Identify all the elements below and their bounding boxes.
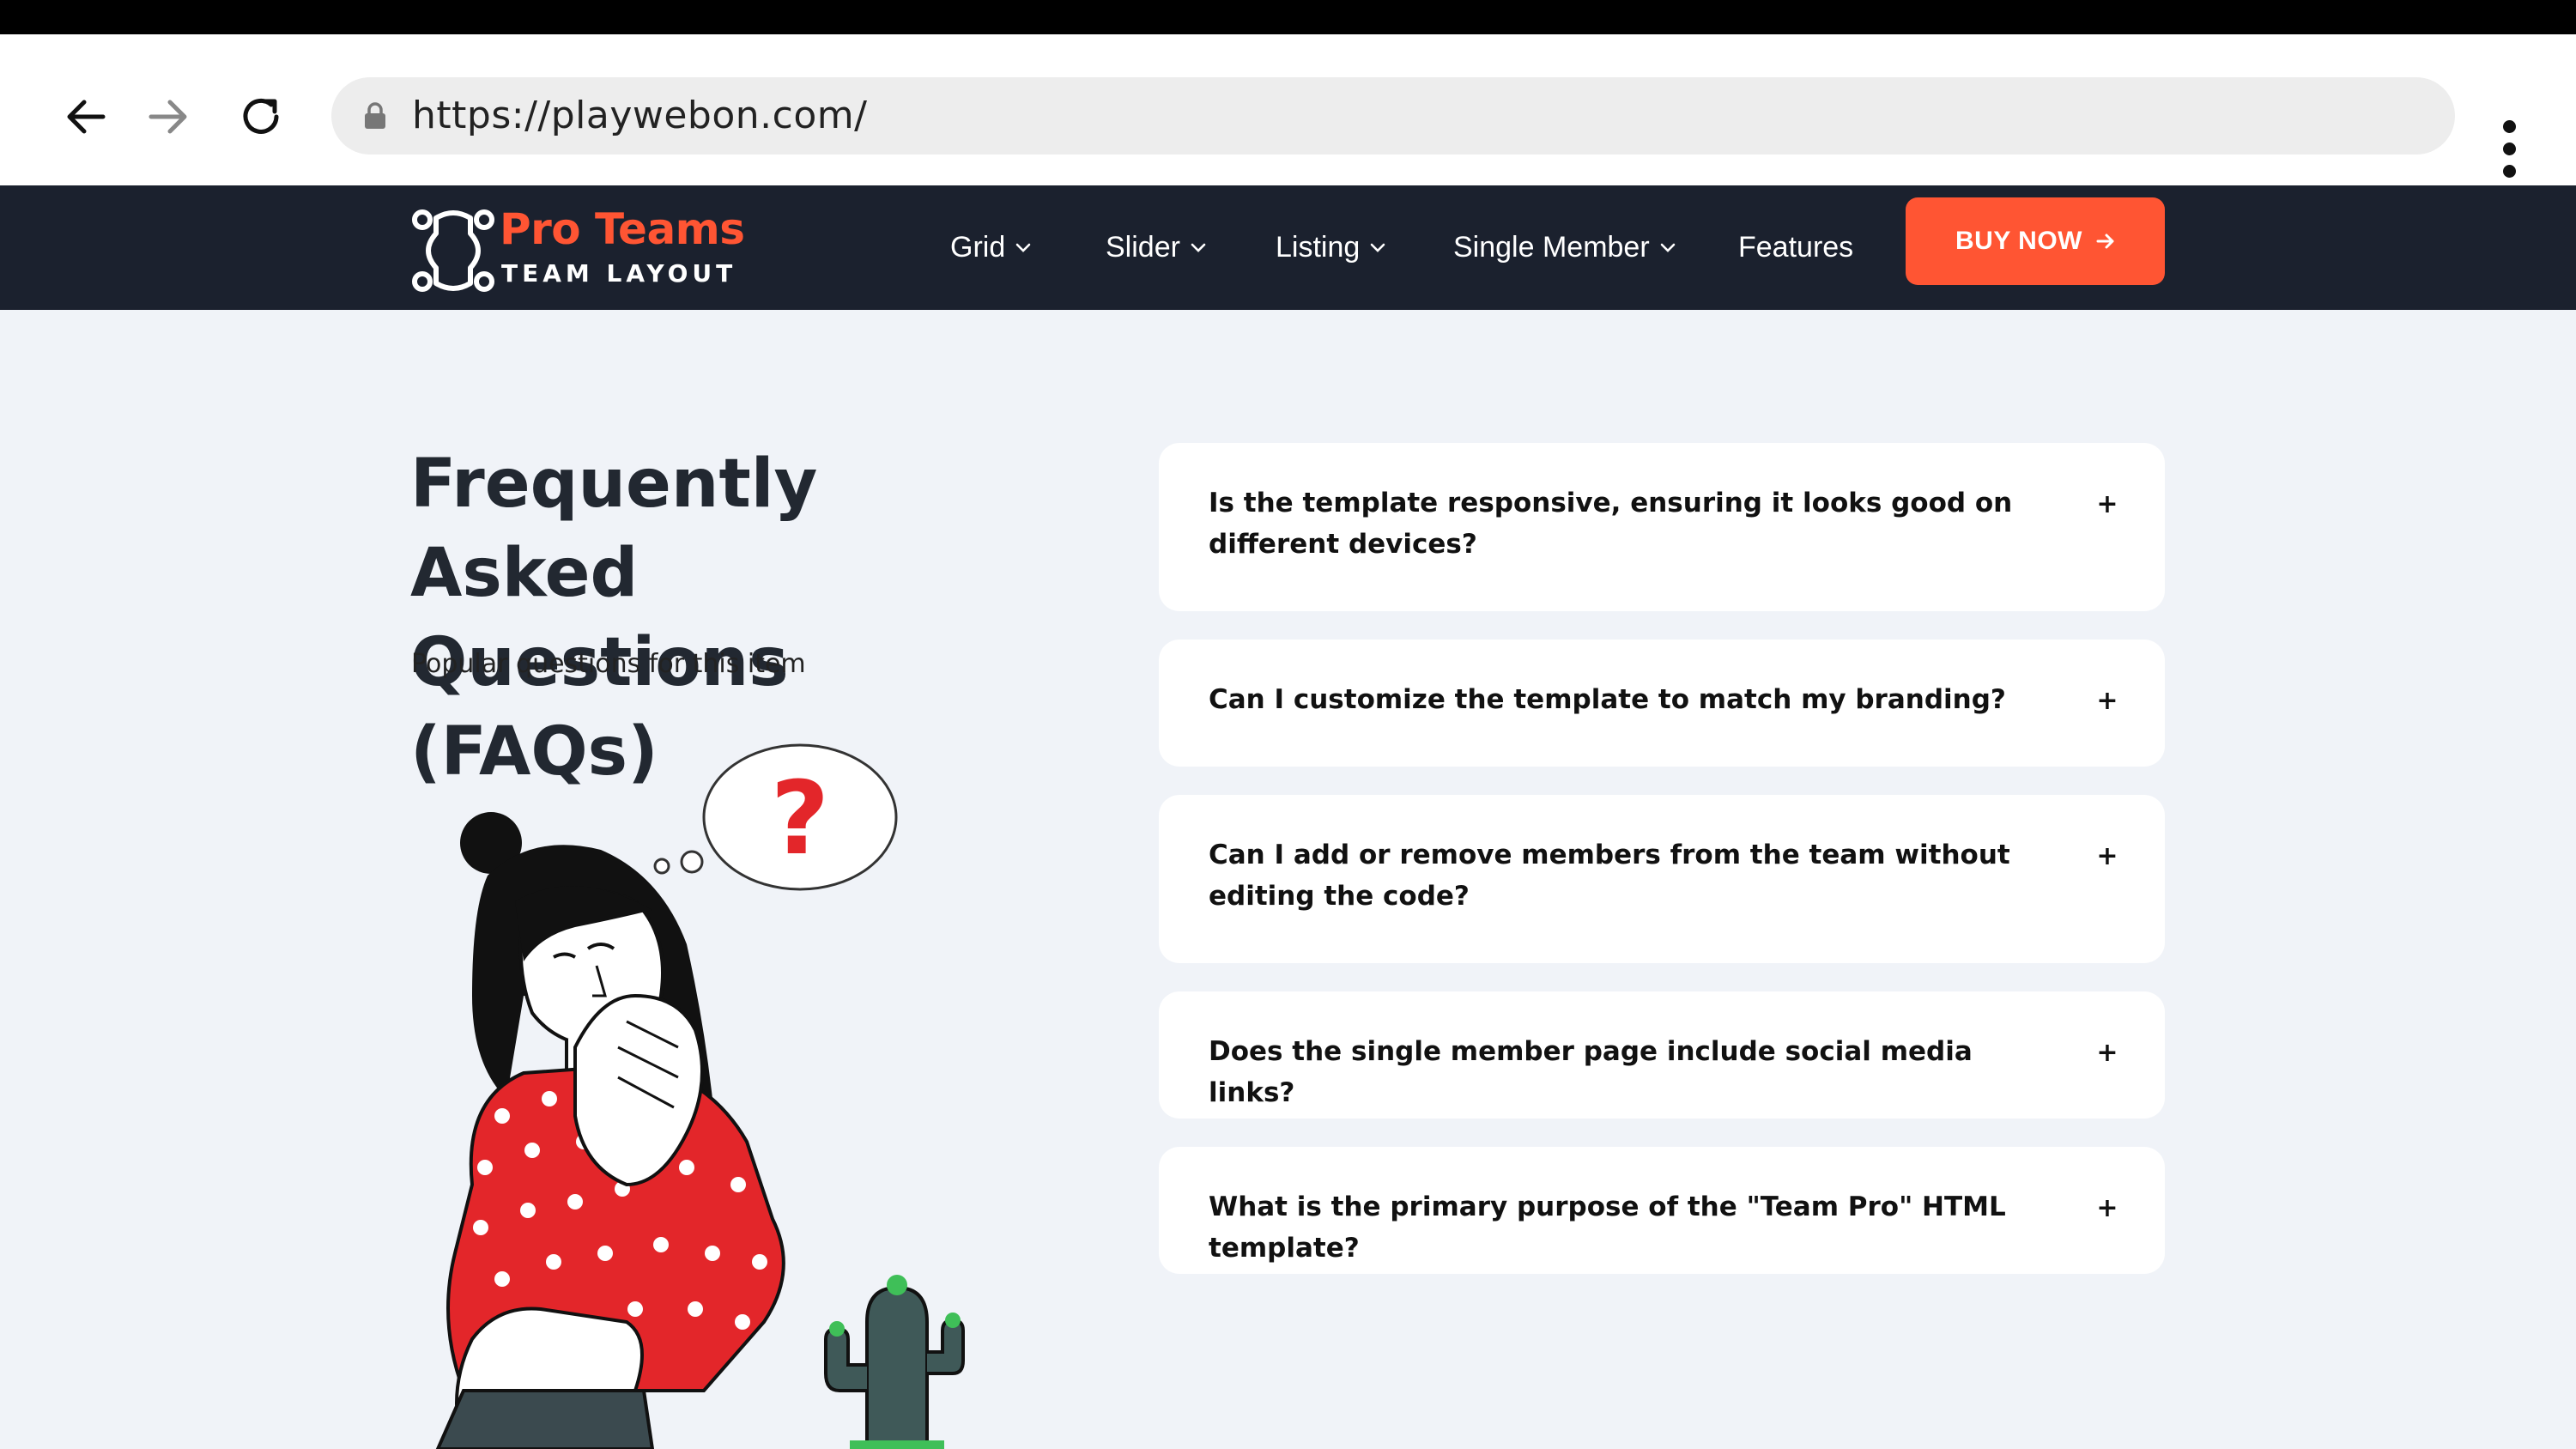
plus-icon[interactable]: + — [2094, 844, 2120, 870]
site-header: Pro Teams TEAM LAYOUT Grid Slider Listin… — [0, 185, 2576, 310]
faq-question: Is the template responsive, ensuring it … — [1209, 488, 2013, 560]
chevron-down-icon — [1015, 243, 1031, 252]
buy-now-button[interactable]: BUY NOW — [1906, 197, 2165, 285]
svg-text:?: ? — [771, 759, 829, 877]
title-line-1: Frequently Asked — [410, 446, 818, 612]
chevron-down-icon — [1660, 243, 1675, 252]
faq-question: Can I add or remove members from the tea… — [1209, 840, 2010, 912]
nav-item-single-member[interactable]: Single Member — [1453, 185, 1676, 310]
arrow-right-icon — [2096, 233, 2114, 249]
faq-item[interactable]: Is the template responsive, ensuring it … — [1159, 443, 2165, 611]
chevron-down-icon — [1191, 243, 1206, 252]
page-subtitle: Popular questions for this item — [411, 649, 806, 679]
faq-item[interactable]: What is the primary purpose of the "Team… — [1159, 1147, 2165, 1274]
more-vertical-icon[interactable] — [2489, 120, 2532, 189]
buy-now-label: BUY NOW — [1955, 227, 2082, 255]
reload-button[interactable] — [227, 82, 295, 151]
nav-item-listing[interactable]: Listing — [1276, 185, 1385, 310]
arrow-left-icon — [67, 100, 106, 134]
reload-icon — [243, 98, 279, 134]
nav-item-label: Single Member — [1453, 231, 1650, 264]
lock-icon — [365, 102, 385, 129]
nav-item-label: Slider — [1106, 231, 1180, 264]
chevron-down-icon — [1370, 243, 1385, 252]
main-nav: Grid Slider Listing Single Member Featur… — [0, 185, 2576, 310]
nav-item-label: Grid — [950, 231, 1006, 264]
forward-button[interactable] — [134, 82, 203, 151]
arrow-right-icon — [148, 100, 187, 134]
faq-question: Does the single member page include soci… — [1209, 1036, 1973, 1108]
url-text: https://playwebon.com/ — [412, 94, 868, 137]
nav-item-label: Listing — [1276, 231, 1361, 264]
status-strip — [0, 0, 2576, 34]
plus-icon[interactable]: + — [2094, 688, 2120, 714]
plus-icon[interactable]: + — [2094, 1040, 2120, 1066]
back-button[interactable] — [52, 82, 120, 151]
faq-question: What is the primary purpose of the "Team… — [1209, 1191, 2006, 1264]
nav-item-grid[interactable]: Grid — [950, 185, 1031, 310]
nav-item-slider[interactable]: Slider — [1106, 185, 1206, 310]
thinking-woman-illustration: ? — [435, 743, 965, 1449]
browser-toolbar: https://playwebon.com/ — [0, 34, 2576, 185]
address-bar[interactable]: https://playwebon.com/ — [331, 77, 2455, 155]
faq-question: Can I customize the template to match my… — [1209, 684, 2006, 715]
nav-item-features[interactable]: Features — [1738, 185, 1853, 310]
nav-item-label: Features — [1738, 231, 1854, 264]
plus-icon[interactable]: + — [2094, 1196, 2120, 1222]
faq-item[interactable]: Can I add or remove members from the tea… — [1159, 795, 2165, 963]
plus-icon[interactable]: + — [2094, 492, 2120, 518]
faq-item[interactable]: Does the single member page include soci… — [1159, 991, 2165, 1119]
faq-item[interactable]: Can I customize the template to match my… — [1159, 640, 2165, 767]
